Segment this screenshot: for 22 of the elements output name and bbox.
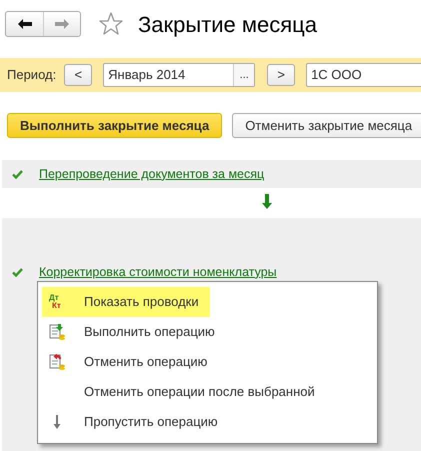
menu-item[interactable]: Пропустить операцию [42, 407, 224, 437]
next-period-button[interactable]: > [267, 64, 296, 86]
back-arrow-icon [18, 19, 32, 29]
step-link[interactable]: Корректировка стоимости номенклатуры [39, 262, 277, 282]
close-month-button[interactable]: Выполнить закрытие месяца [7, 113, 222, 138]
window-title: Закрытие месяца [138, 10, 318, 39]
menu-item[interactable]: Дт Кт Показать проводки [42, 287, 210, 317]
document-arrow-icon [49, 324, 65, 340]
previous-period-button[interactable]: < [64, 64, 92, 86]
organization-field[interactable]: 1С ООО [306, 63, 421, 87]
star-icon[interactable] [99, 12, 123, 36]
menu-item[interactable]: Отменить операции после выбранной [42, 377, 321, 407]
menu-item[interactable]: Выполнить операцию [42, 317, 221, 347]
document-undo-icon [49, 354, 65, 370]
cancel-close-button[interactable]: Отменить закрытие месяца [232, 113, 421, 138]
debit-credit-icon: Дт Кт [49, 294, 61, 310]
period-label: Период: [7, 66, 58, 84]
period-field[interactable]: Январь 2014 ... [103, 63, 256, 87]
forward-arrow-icon [55, 19, 69, 29]
menu-item[interactable]: Отменить операцию [42, 347, 214, 377]
select-period-button[interactable]: ... [233, 64, 254, 86]
down-arrow-icon [262, 194, 272, 209]
